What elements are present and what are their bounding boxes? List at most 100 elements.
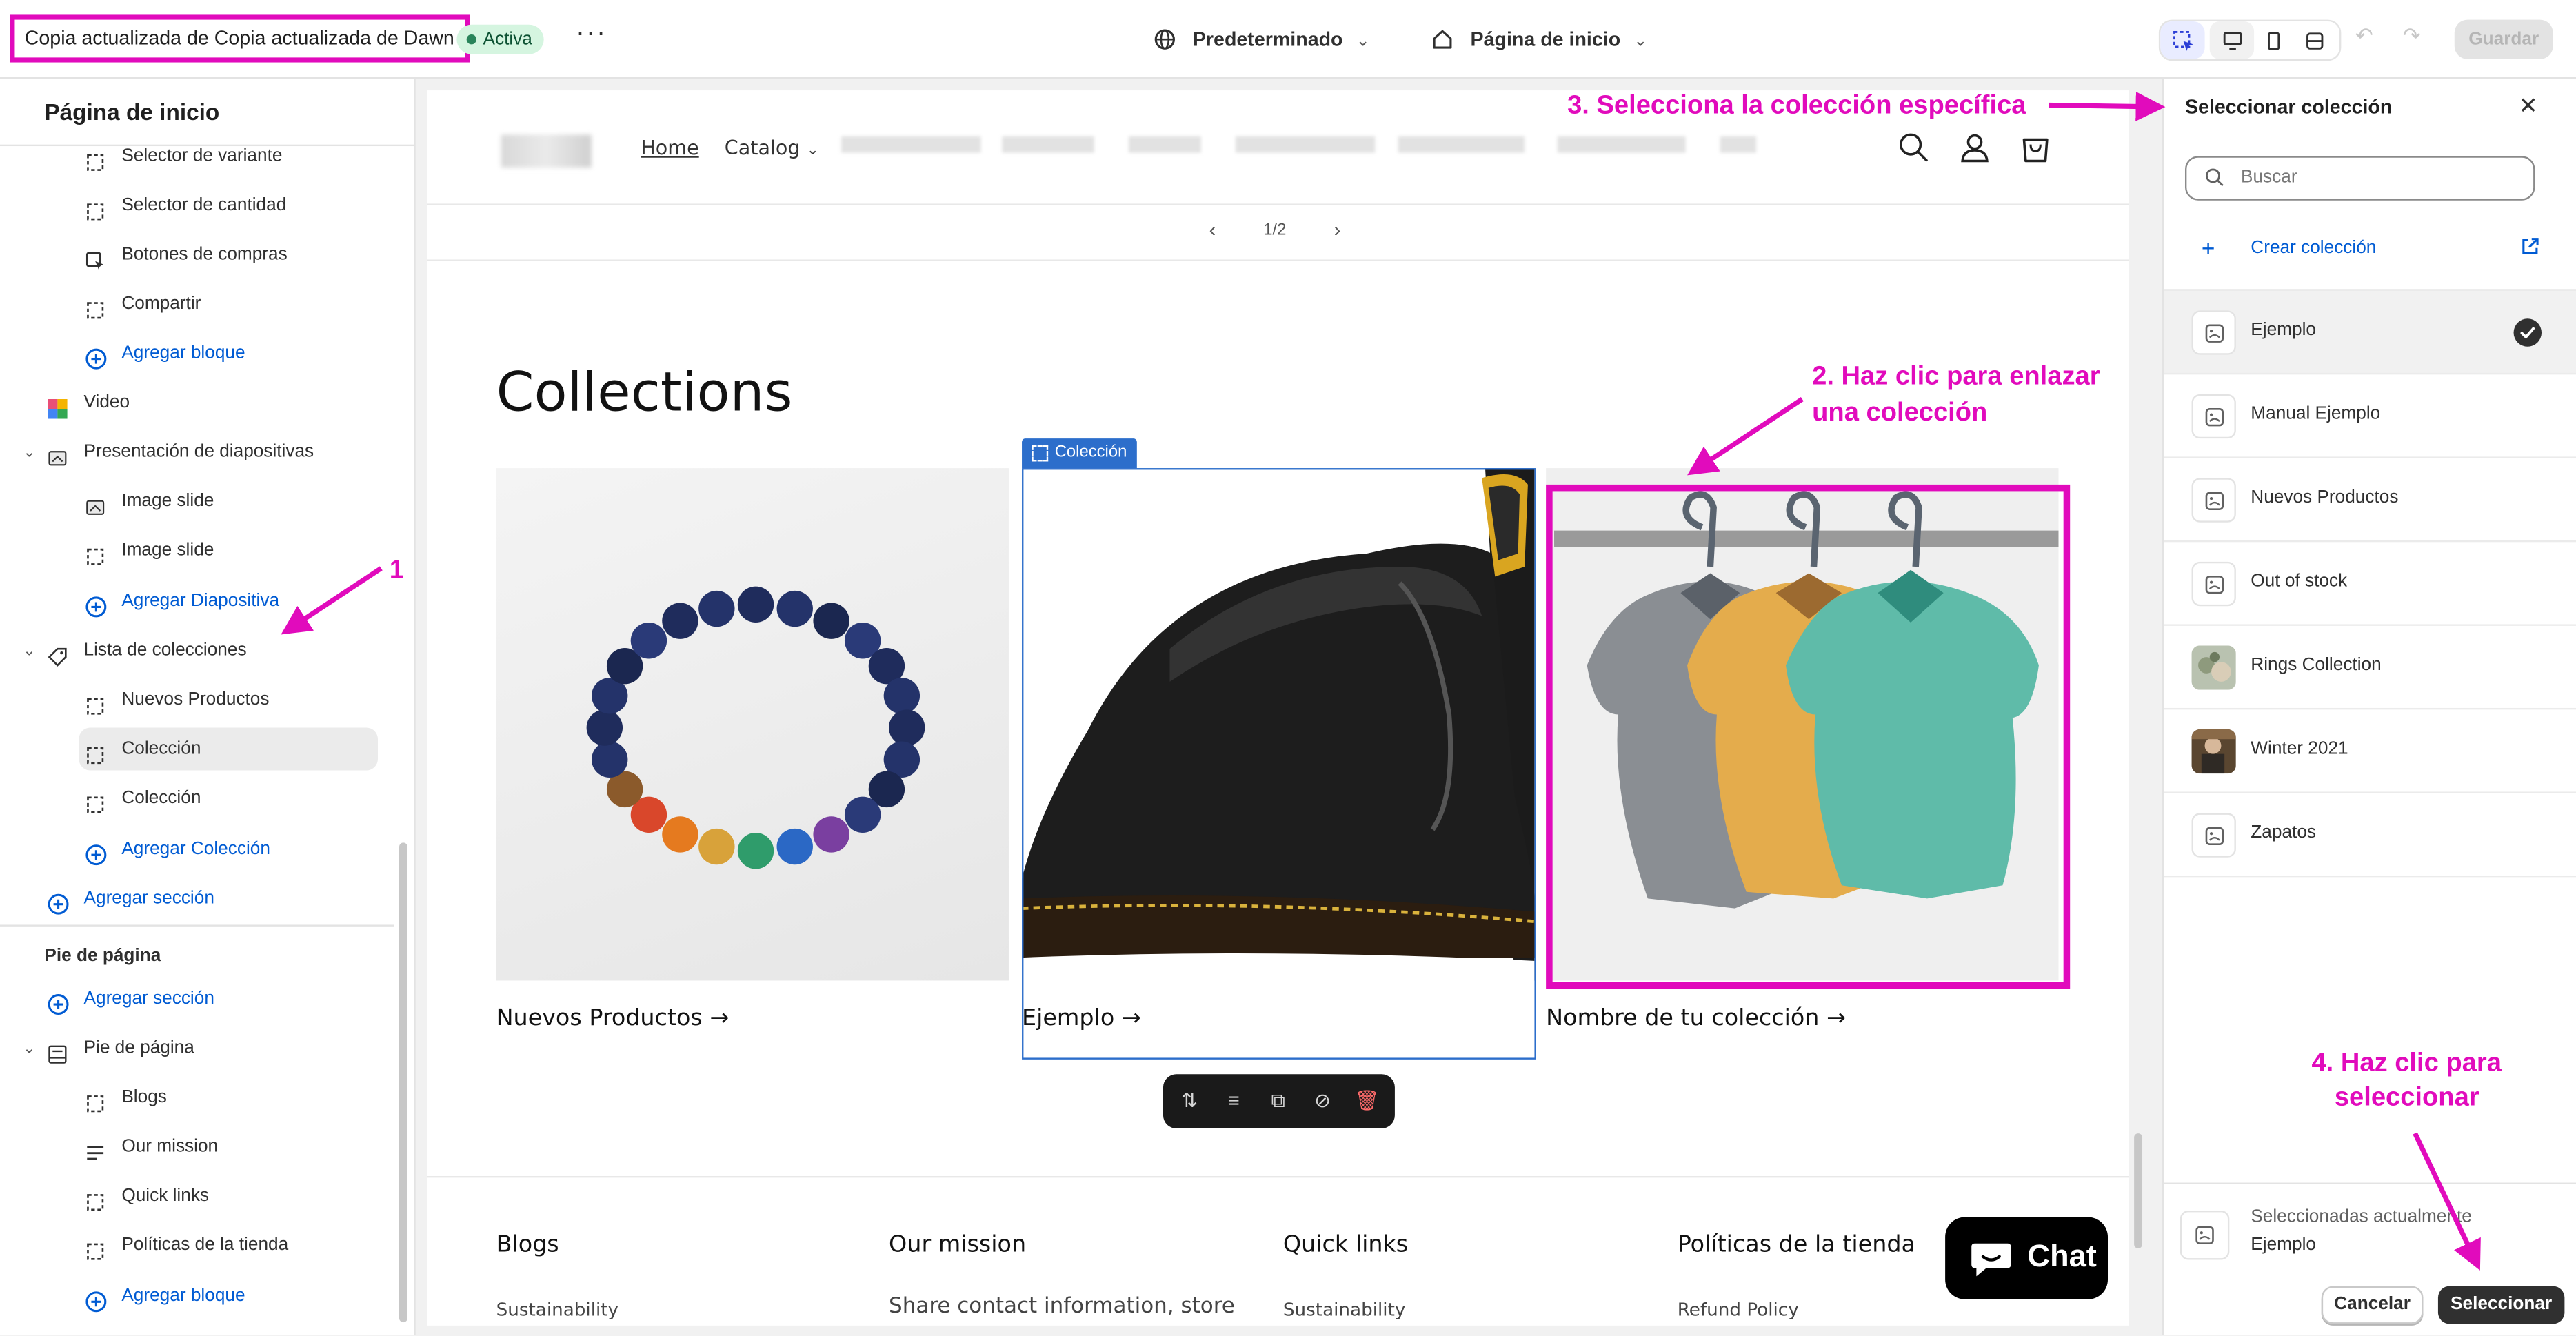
chevron-left-icon[interactable]: ‹ — [1209, 219, 1216, 241]
add-item-link[interactable]: Agregar bloque — [0, 1275, 394, 1317]
select-button[interactable]: Seleccionar — [2437, 1286, 2565, 1324]
undo-icon[interactable]: ↶ — [2349, 23, 2379, 52]
tree-item[interactable]: ⌄ Lista de colecciones — [0, 629, 394, 672]
tree-item[interactable]: Selector de variante — [0, 134, 394, 177]
external-link-icon[interactable] — [2520, 236, 2540, 256]
collection-option[interactable]: Ejemplo — [2164, 290, 2576, 375]
tree-item[interactable]: Políticas de la tienda — [0, 1224, 394, 1266]
add-item-link[interactable]: Agregar Colección — [0, 828, 394, 871]
collection-card-title[interactable]: Nombre de tu colección → — [1546, 1005, 1846, 1031]
add-item-link[interactable]: Agregar Diapositiva — [0, 580, 394, 623]
divider — [0, 924, 394, 927]
chevron-down-icon[interactable]: ⌄ — [23, 1026, 35, 1069]
desktop-view-button[interactable] — [2209, 21, 2255, 59]
nav-link-blurred[interactable] — [1002, 136, 1094, 153]
template-selector[interactable]: Página de inicio ⌄ — [1431, 25, 1647, 54]
annotation-step-1: 1 — [389, 556, 404, 585]
tree-item[interactable]: Quick links — [0, 1175, 394, 1217]
fullscreen-view-button[interactable] — [2292, 21, 2336, 59]
nav-link-blurred[interactable] — [1720, 136, 1757, 153]
bead — [844, 796, 881, 833]
create-collection-link[interactable]: + Crear colección — [2185, 233, 2563, 263]
tree-item[interactable]: Compartir — [0, 283, 394, 325]
save-button[interactable]: Guardar — [2454, 19, 2553, 59]
hide-icon[interactable]: ⊘ — [1309, 1087, 1336, 1113]
chat-button[interactable]: Chat — [1945, 1217, 2109, 1299]
nav-link-blurred[interactable] — [841, 136, 981, 153]
collection-option[interactable]: Winter 2021 — [2164, 709, 2576, 793]
add-item-link[interactable]: Agregar sección — [0, 877, 394, 920]
chevron-right-icon[interactable]: › — [1334, 219, 1341, 241]
preview-scrollbar[interactable] — [2134, 1133, 2143, 1248]
footer-link[interactable]: Refund Policy — [1678, 1299, 1799, 1321]
tree-item[interactable]: Blogs — [0, 1076, 394, 1119]
tree-item[interactable]: Image slide — [0, 529, 394, 571]
delete-icon[interactable]: 🗑 — [1354, 1087, 1380, 1113]
collection-option[interactable]: Nuevos Productos — [2164, 458, 2576, 543]
collection-option[interactable]: Out of stock — [2164, 542, 2576, 626]
collection-card-title[interactable]: Nuevos Productos → — [496, 1005, 729, 1031]
bracelet-image — [496, 468, 1009, 981]
bead — [698, 828, 735, 865]
nav-link-blurred[interactable] — [1235, 136, 1376, 153]
tree-item[interactable]: Colección — [79, 727, 379, 771]
store-logo[interactable] — [501, 134, 592, 168]
annotation-step-4-line1: 4. Haz clic para — [2311, 1049, 2502, 1078]
tree-item[interactable]: ⌄ Presentación de diapositivas — [0, 430, 394, 473]
collection-option[interactable]: Rings Collection — [2164, 626, 2576, 710]
chevron-down-icon[interactable]: ⌄ — [23, 430, 35, 473]
dashed-square-icon — [85, 690, 105, 715]
add-item-link[interactable]: Agregar sección — [0, 978, 394, 1020]
locale-selector[interactable]: Predeterminado ⌄ — [1154, 25, 1370, 54]
storefront-preview: Home Catalog ⌄ ‹ 1/2 › Collections Nuevo… — [427, 90, 2129, 1326]
nav-link-blurred[interactable] — [1128, 136, 1201, 153]
tree-item[interactable]: ⌄ Pie de página — [0, 1026, 394, 1069]
nav-catalog-link[interactable]: Catalog ⌄ — [725, 136, 819, 159]
tree-item[interactable]: Our mission — [0, 1125, 394, 1168]
annotation-step-2-line2: una colección — [1812, 398, 1988, 427]
tree-item[interactable]: Video — [0, 381, 394, 424]
chevron-down-icon[interactable]: ⌄ — [23, 629, 35, 672]
cancel-button[interactable]: Cancelar — [2321, 1286, 2424, 1324]
collection-option[interactable]: Zapatos — [2164, 793, 2576, 878]
search-input[interactable]: Buscar — [2184, 156, 2535, 201]
account-icon[interactable] — [1958, 132, 1991, 165]
dashed-square-icon — [85, 1087, 105, 1113]
collection-option[interactable]: Manual Ejemplo — [2164, 374, 2576, 458]
video-icon — [48, 392, 68, 419]
tree-item[interactable]: Image slide — [0, 480, 394, 523]
sidebar-scrollbar[interactable] — [399, 842, 407, 1323]
tree-item[interactable]: Nuevos Productos — [0, 678, 394, 721]
tree-item-label: Quick links — [121, 1186, 210, 1206]
theme-title[interactable]: Copia actualizada de Copia actualizada d… — [10, 14, 470, 63]
move-up-icon[interactable]: ⇅ — [1176, 1087, 1203, 1113]
search-icon[interactable] — [1898, 132, 1931, 165]
dashed-square-icon — [85, 196, 105, 221]
nav-link-blurred[interactable] — [1398, 136, 1525, 153]
redo-icon[interactable]: ↷ — [2397, 23, 2426, 52]
tree-item[interactable]: Selector de cantidad — [0, 184, 394, 227]
tree-item-label: Agregar Diapositiva — [121, 591, 280, 611]
add-item-link[interactable]: Agregar bloque — [0, 332, 394, 374]
cart-icon[interactable] — [2019, 132, 2052, 165]
more-actions-button[interactable]: ··· — [572, 21, 611, 57]
bead — [586, 709, 623, 746]
close-icon[interactable]: ✕ — [2519, 92, 2538, 120]
globe-icon — [1154, 29, 1175, 50]
plus-circle-icon — [48, 989, 69, 1015]
tree-item[interactable]: Botones de compras — [0, 233, 394, 276]
bead — [889, 709, 925, 746]
footer-link[interactable]: Sustainability — [1283, 1299, 1405, 1321]
duplicate-icon[interactable]: ⧉ — [1265, 1087, 1291, 1113]
nav-link-blurred[interactable] — [1557, 136, 1686, 153]
nav-home-link[interactable]: Home — [641, 136, 698, 159]
pager-count: 1/2 — [1263, 221, 1287, 240]
move-down-icon[interactable]: ≡ — [1220, 1087, 1247, 1113]
dashed-square-icon — [85, 739, 105, 765]
bead — [698, 590, 735, 627]
collection-option-label: Out of stock — [2251, 571, 2348, 591]
footer-link[interactable]: Sustainability — [496, 1299, 618, 1321]
mobile-view-button[interactable] — [2251, 21, 2295, 59]
inspector-view-button[interactable] — [2160, 21, 2205, 59]
tree-item[interactable]: Colección — [0, 777, 394, 820]
